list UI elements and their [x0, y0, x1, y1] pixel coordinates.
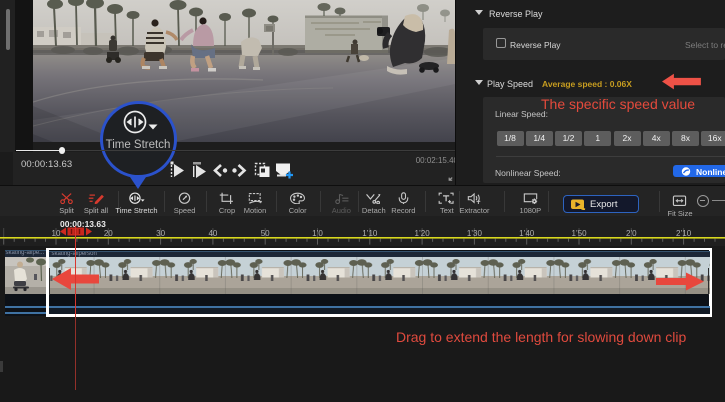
svg-text:1’10: 1’10: [362, 229, 378, 238]
svg-text:2’10: 2’10: [676, 229, 692, 238]
svg-text:1’0: 1’0: [312, 229, 323, 238]
svg-text:1’50: 1’50: [571, 229, 587, 238]
svg-text:40: 40: [208, 229, 217, 238]
svg-text:20: 20: [104, 229, 113, 238]
svg-text:1’30: 1’30: [467, 229, 483, 238]
svg-text:2’0: 2’0: [626, 229, 637, 238]
svg-text:1’40: 1’40: [519, 229, 535, 238]
svg-text:1’20: 1’20: [415, 229, 431, 238]
svg-text:50: 50: [261, 229, 270, 238]
svg-text:30: 30: [156, 229, 165, 238]
